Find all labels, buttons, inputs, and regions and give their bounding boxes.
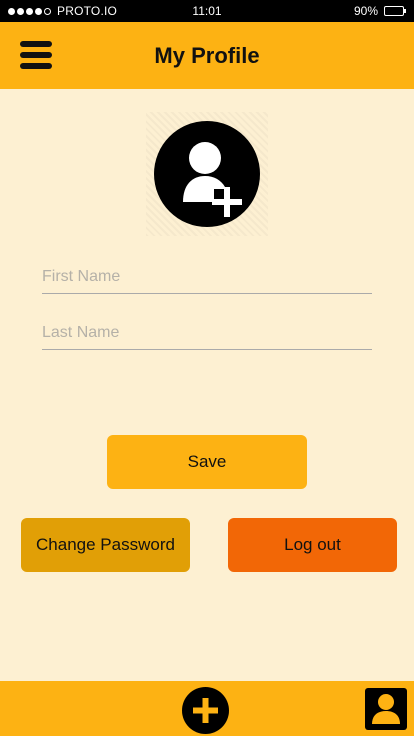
bottom-tab-bar xyxy=(0,681,414,736)
change-password-button[interactable]: Change Password xyxy=(21,518,190,572)
page-title: My Profile xyxy=(154,43,260,68)
header-bar: My Profile xyxy=(0,22,414,89)
first-name-field[interactable] xyxy=(42,256,372,294)
avatar-area xyxy=(146,112,268,236)
status-bar: PROTO.IO 11:01 90% xyxy=(0,0,414,22)
add-user-icon[interactable] xyxy=(154,121,260,227)
battery-icon xyxy=(384,6,406,16)
profile-icon[interactable] xyxy=(365,688,407,730)
first-name-input[interactable] xyxy=(42,256,372,293)
last-name-input[interactable] xyxy=(42,312,372,349)
plus-icon[interactable] xyxy=(182,687,229,734)
battery-indicator: 90% xyxy=(353,4,406,18)
battery-percent: 90% xyxy=(353,4,378,18)
status-time: 11:01 xyxy=(192,4,222,18)
logout-button[interactable]: Log out xyxy=(228,518,397,572)
save-button[interactable]: Save xyxy=(107,435,307,489)
last-name-field[interactable] xyxy=(42,312,372,350)
